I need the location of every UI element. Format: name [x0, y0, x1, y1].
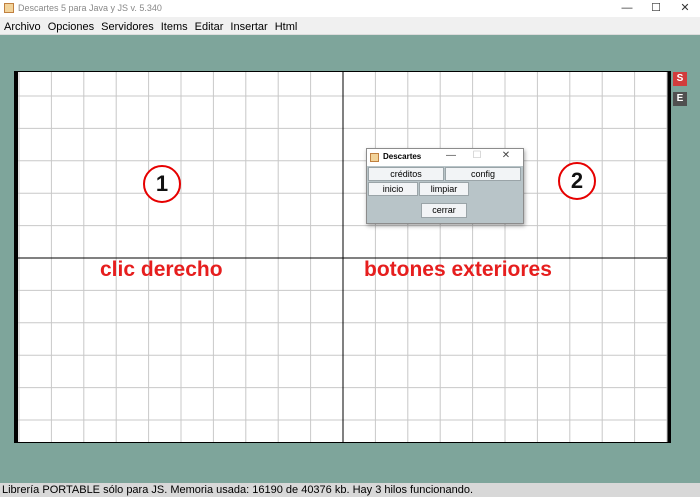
- limpiar-button[interactable]: limpiar: [419, 182, 469, 196]
- app-icon: [4, 3, 14, 13]
- window-titlebar: Descartes 5 para Java y JS v. 5.340 — ☐ …: [0, 0, 700, 17]
- status-bar: Librería PORTABLE sólo para JS. Memoria …: [0, 483, 700, 497]
- marker-2: 2: [558, 162, 596, 200]
- menu-servidores[interactable]: Servidores: [97, 19, 157, 34]
- dialog-maximize-icon[interactable]: ☐: [469, 150, 485, 161]
- dialog-titlebar: Descartes — ☐ ✕: [367, 149, 523, 166]
- descartes-dialog: Descartes — ☐ ✕ créditos config inicio l…: [366, 148, 524, 224]
- menu-archivo[interactable]: Archivo: [0, 19, 44, 34]
- graph-canvas[interactable]: [14, 71, 671, 443]
- maximize-icon[interactable]: ☐: [641, 0, 671, 17]
- marker-1: 1: [143, 165, 181, 203]
- cartesian-grid: [18, 72, 668, 442]
- side-button-s[interactable]: S: [673, 72, 687, 86]
- close-icon[interactable]: ✕: [670, 0, 700, 17]
- side-button-e[interactable]: E: [673, 92, 687, 106]
- menu-html[interactable]: Html: [271, 19, 301, 34]
- minimize-icon[interactable]: —: [612, 0, 642, 17]
- label-botones-exteriores: botones exteriores: [364, 258, 552, 281]
- inicio-button[interactable]: inicio: [368, 182, 418, 196]
- config-button[interactable]: config: [445, 167, 521, 181]
- menu-editar[interactable]: Editar: [191, 19, 227, 34]
- menu-items[interactable]: Items: [157, 19, 191, 34]
- cerrar-button[interactable]: cerrar: [421, 203, 467, 218]
- dialog-close-icon[interactable]: ✕: [498, 150, 514, 161]
- status-text: Librería PORTABLE sólo para JS. Memoria …: [2, 484, 474, 496]
- menu-bar: Archivo Opciones Servidores Items Editar Inse…: [0, 17, 700, 35]
- window-title: Descartes 5 para Java y JS v. 5.340: [18, 3, 162, 13]
- dialog-body: créditos config inicio limpiar cerrar: [367, 166, 523, 223]
- dialog-app-icon: [370, 153, 379, 162]
- dialog-title: Descartes: [383, 152, 422, 161]
- creditos-button[interactable]: créditos: [368, 167, 444, 181]
- dialog-minimize-icon[interactable]: —: [443, 150, 459, 161]
- menu-opciones[interactable]: Opciones: [44, 19, 97, 34]
- menu-insertar[interactable]: Insertar: [226, 19, 270, 34]
- label-clic-derecho: clic derecho: [100, 258, 223, 281]
